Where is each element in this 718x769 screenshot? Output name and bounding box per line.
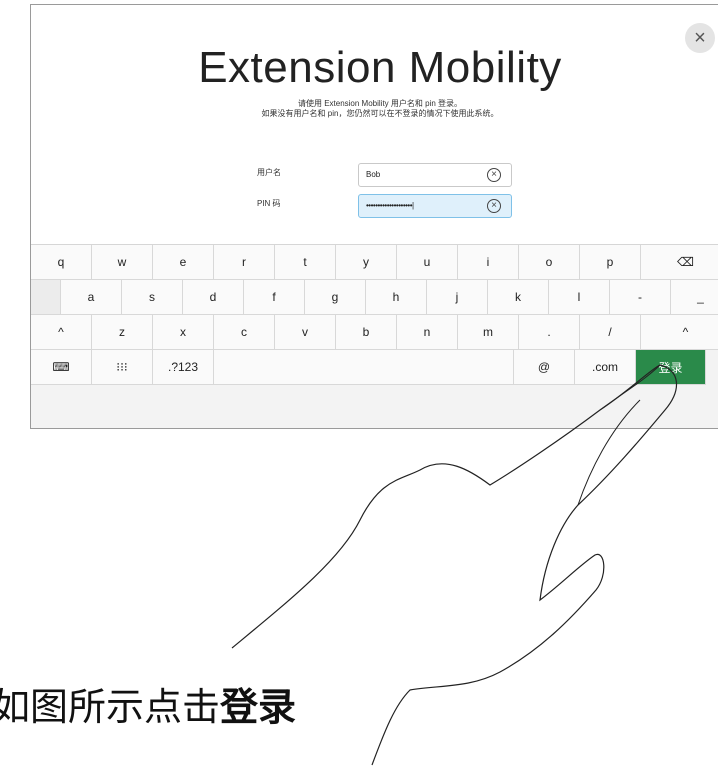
caption-prefix: 如图所示点击 xyxy=(0,687,221,729)
hand-pointer-icon xyxy=(231,364,678,766)
instruction-caption: 如图所示点击登录 xyxy=(0,676,296,731)
caption-emphasis: 登录 xyxy=(220,687,297,729)
